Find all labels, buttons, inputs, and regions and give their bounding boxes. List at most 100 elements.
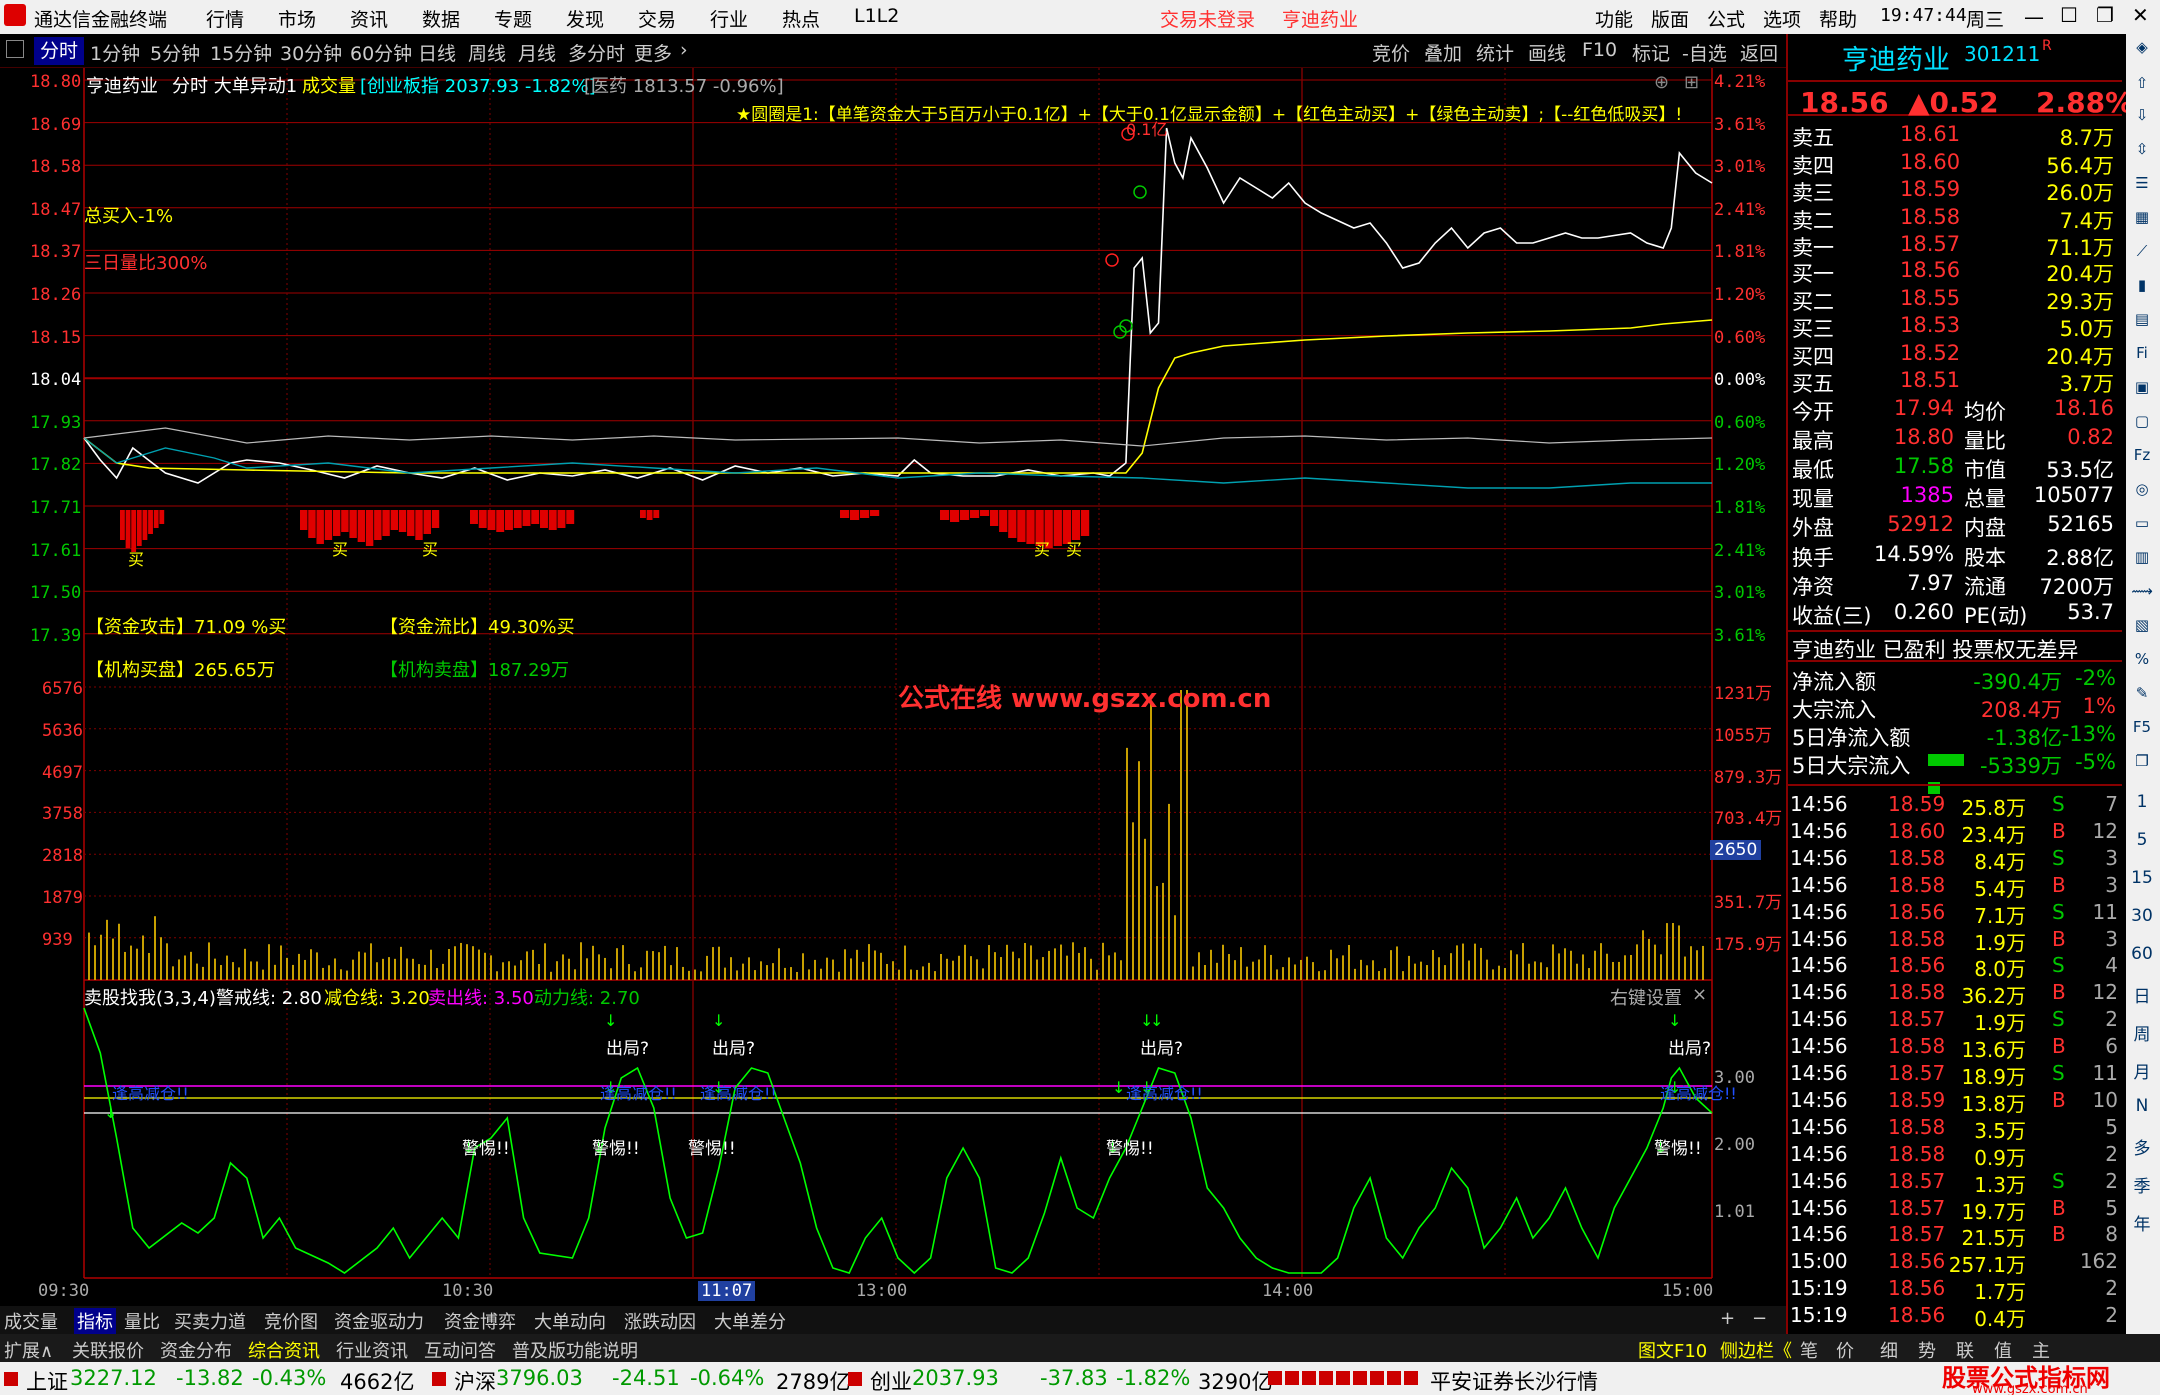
sidebar-period-item[interactable]: 周 (2129, 1020, 2155, 1045)
window-icon[interactable]: ❐ (2129, 752, 2155, 770)
indicator-name[interactable]: 卖股找我(3,3,4) (84, 984, 216, 1010)
doc-icon[interactable]: ▣ (2129, 378, 2155, 396)
bars-icon[interactable]: ▧ (2129, 616, 2155, 634)
sidebar-period-item[interactable]: 日 (2129, 982, 2155, 1007)
tick-row[interactable]: 14:56 18.58 5.4万 B 3 (1788, 873, 2122, 901)
menu-shichang[interactable]: 市场 (278, 5, 316, 32)
sidebar-period-item[interactable]: 年 (2129, 1210, 2155, 1235)
tick-row[interactable]: 14:56 18.57 18.9万 S 11 (1788, 1061, 2122, 1089)
zoom-out-icon[interactable]: − (1752, 1308, 1767, 1329)
ask-row[interactable]: 卖四 18.60 56.4万 (1788, 150, 2122, 178)
sidebar-logo-icon[interactable]: ◈ (2129, 38, 2155, 56)
index-chuangye[interactable]: [创业板指 2037.93 -1.82%] (360, 72, 596, 98)
tool-fanhui[interactable]: 返回 (1740, 39, 1778, 66)
sidebar-period-item[interactable]: 5 (2129, 830, 2155, 850)
zoom-icon[interactable]: ⊕ (1654, 72, 1669, 93)
page-icon[interactable]: ▢ (2129, 412, 2155, 430)
info-tab[interactable]: 扩展∧ (4, 1337, 53, 1363)
arrow-down-icon[interactable]: ⇩ (2129, 106, 2155, 124)
tab-more[interactable]: 更多 (634, 39, 672, 66)
indicator-settings[interactable]: 右键设置 (1610, 984, 1682, 1010)
tab-weekly[interactable]: 周线 (468, 39, 506, 66)
bottom-right-tab[interactable]: 价 (1836, 1337, 1854, 1363)
indicator-close-icon[interactable]: × (1692, 984, 1707, 1005)
pencil-icon[interactable]: ✎ (2129, 684, 2155, 702)
menu-zixun[interactable]: 资讯 (350, 5, 388, 32)
circle-icon[interactable]: ◎ (2129, 480, 2155, 498)
tick-row[interactable]: 14:56 18.60 23.4万 B 12 (1788, 819, 2122, 847)
tick-row[interactable]: 15:19 18.56 0.4万 2 (1788, 1303, 2122, 1331)
bar-icon[interactable]: ▥ (2129, 548, 2155, 566)
table-icon[interactable]: ▤ (2129, 310, 2155, 328)
chart-canvas[interactable]: ↓↓ ↓ ↓ ↓ ↓↓ ↓ ↓ ↓↓ ↓ ↓↓ ↓ (0, 68, 1786, 1306)
menu-hangye[interactable]: 行业 (710, 5, 748, 32)
info-tab[interactable]: 普及版功能说明 (512, 1337, 638, 1363)
index-name[interactable]: 沪深 (454, 1366, 496, 1395)
bottom-right-tab[interactable]: 笔 (1800, 1337, 1818, 1363)
menu-hangqing[interactable]: 行情 (206, 5, 244, 32)
bid-row[interactable]: 买一 18.56 20.4万 (1788, 258, 2122, 286)
tab-fenshi[interactable]: 分时 (34, 37, 85, 65)
trend-icon[interactable]: ⟿ (2129, 582, 2155, 600)
tick-row[interactable]: 14:56 18.56 8.0万 S 4 (1788, 953, 2122, 981)
bottom-right-tab[interactable]: 图文F10 (1638, 1337, 1707, 1363)
bid-row[interactable]: 买四 18.52 20.4万 (1788, 341, 2122, 369)
info-tab[interactable]: 互动问答 (424, 1337, 496, 1363)
menu-banmian[interactable]: 版面 (1651, 5, 1689, 32)
tool-diejia[interactable]: 叠加 (1424, 39, 1462, 66)
sidebar-period-item[interactable]: 月 (2129, 1058, 2155, 1083)
minimize-icon[interactable]: — (2024, 5, 2044, 29)
tab-60min[interactable]: 60分钟 (350, 39, 412, 66)
zoom-in-icon[interactable]: + (1720, 1308, 1735, 1329)
sidebar-period-item[interactable]: N (2129, 1096, 2155, 1116)
tick-row[interactable]: 14:56 18.59 13.8万 B 10 (1788, 1088, 2122, 1116)
tool-jingjia[interactable]: 竞价 (1372, 39, 1410, 66)
ask-row[interactable]: 卖三 18.59 26.0万 (1788, 177, 2122, 205)
info-tab[interactable]: 综合资讯 (248, 1337, 320, 1363)
menu-faxian[interactable]: 发现 (566, 5, 604, 32)
menu-jiaoyi[interactable]: 交易 (638, 5, 676, 32)
bid-row[interactable]: 买五 18.51 3.7万 (1788, 368, 2122, 396)
percent-icon[interactable]: % (2129, 650, 2155, 668)
intraday-chart-area[interactable]: ↓ ↓ ↓ ↓ ↓ ↓ ↓ ↓ ↓ ↓ ↓ ↓ ↓ ↓ ↓ 亨迪药业 分时 大单异动1 成交量 [创业板指 … (0, 68, 1786, 1306)
line-chart-icon[interactable]: ⟋ (2129, 242, 2155, 260)
close-icon[interactable]: ✕ (2132, 3, 2149, 27)
indicator-tab[interactable]: 资金博弈 (444, 1308, 516, 1334)
indicator-tab[interactable]: 买卖力道 (174, 1308, 246, 1334)
tool-zixuan[interactable]: -自选 (1682, 39, 1727, 66)
tab-multi-fenshi[interactable]: 多分时 (568, 39, 625, 66)
sidebar-period-item[interactable]: 多 (2129, 1134, 2155, 1159)
arrow-up-icon[interactable]: ⇧ (2129, 74, 2155, 92)
tick-row[interactable]: 14:56 18.58 13.6万 B 6 (1788, 1034, 2122, 1062)
indicator-tab[interactable]: 成交量 (4, 1308, 58, 1334)
tab-daily[interactable]: 日线 (418, 39, 456, 66)
tick-row[interactable]: 15:00 18.56 257.1万 162 (1788, 1249, 2122, 1277)
indicator-tab[interactable]: 大单差分 (714, 1308, 786, 1334)
tick-row[interactable]: 14:56 18.58 3.5万 5 (1788, 1115, 2122, 1143)
f5-icon[interactable]: F5 (2129, 718, 2155, 736)
trade-status[interactable]: 交易未登录 (1160, 5, 1255, 32)
fz-icon[interactable]: Fz (2129, 446, 2155, 464)
indicator-tab[interactable]: 量比 (124, 1308, 160, 1334)
menu-zhuanti[interactable]: 专题 (494, 5, 532, 32)
bottom-right-tab[interactable]: 细 (1880, 1337, 1898, 1363)
menu-redian[interactable]: 热点 (782, 5, 820, 32)
list-icon[interactable]: ☰ (2129, 174, 2155, 192)
tick-row[interactable]: 14:56 18.57 21.5万 B 8 (1788, 1222, 2122, 1250)
menu-gongneng[interactable]: 功能 (1595, 5, 1633, 32)
tool-tongji[interactable]: 统计 (1476, 39, 1514, 66)
tick-row[interactable]: 14:56 18.57 1.9万 S 2 (1788, 1007, 2122, 1035)
ask-row[interactable]: 卖一 18.57 71.1万 (1788, 232, 2122, 260)
menu-gongshi[interactable]: 公式 (1707, 5, 1745, 32)
indicator-tab[interactable]: 涨跌动因 (624, 1308, 696, 1334)
tab-30min[interactable]: 30分钟 (280, 39, 342, 66)
index-name[interactable]: 创业 (870, 1366, 912, 1395)
tab-monthly[interactable]: 月线 (518, 39, 556, 66)
tick-row[interactable]: 14:56 18.57 19.7万 B 5 (1788, 1196, 2122, 1224)
stock-tags[interactable]: 亨迪药业 已盈利 投票权无差异 (1788, 630, 2122, 662)
expand-icon[interactable]: ⊞ (1684, 72, 1699, 93)
indicator-tab[interactable]: 大单动向 (534, 1308, 606, 1334)
panel-toggle-icon[interactable] (6, 40, 24, 58)
bid-row[interactable]: 买三 18.53 5.0万 (1788, 313, 2122, 341)
sidebar-period-item[interactable]: 60 (2129, 944, 2155, 964)
